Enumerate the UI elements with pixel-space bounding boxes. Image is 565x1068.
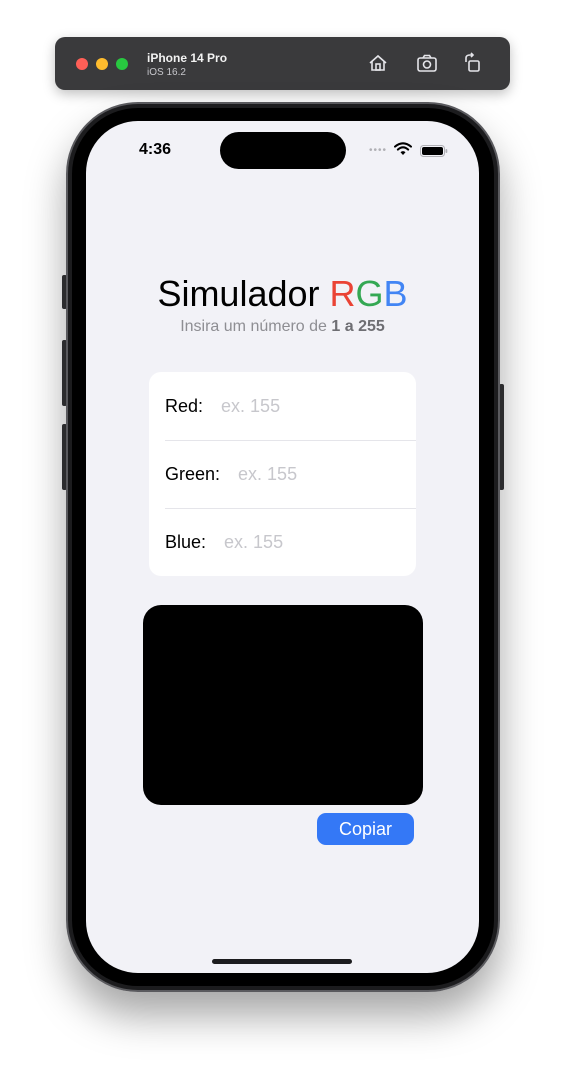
wifi-icon <box>394 142 412 156</box>
os-version: iOS 16.2 <box>147 67 186 78</box>
green-label: Green: <box>165 463 221 484</box>
blue-input[interactable] <box>224 531 375 553</box>
phone-screen: 4:36 •••• Simulador RGB Insira um número… <box>86 121 479 973</box>
title-letter-r: R <box>329 273 356 314</box>
title-letter-b: B <box>383 273 408 314</box>
signal-icon: •••• <box>369 145 388 156</box>
close-window-button[interactable] <box>76 58 88 70</box>
color-preview <box>143 605 423 805</box>
green-input[interactable] <box>238 463 389 485</box>
minimize-window-button[interactable] <box>96 58 108 70</box>
red-row: Red: <box>149 372 416 440</box>
subtitle-text: Insira um número de <box>180 318 332 335</box>
battery-icon <box>420 144 448 157</box>
title-letter-g: G <box>355 273 384 314</box>
device-name: iPhone 14 Pro <box>147 51 228 65</box>
page-subtitle: Insira um número de 1 a 255 <box>86 318 479 336</box>
copy-button[interactable]: Copiar <box>317 813 414 845</box>
home-indicator[interactable] <box>212 959 352 964</box>
page-title: Simulador RGB <box>86 273 479 315</box>
green-row: Green: <box>149 440 416 508</box>
dynamic-island <box>220 132 346 169</box>
subtitle-range: 1 a 255 <box>331 318 385 335</box>
rgb-input-card: Red: Green: Blue: <box>149 372 416 576</box>
rotate-icon[interactable] <box>462 52 484 74</box>
red-label: Red: <box>165 395 204 416</box>
status-time: 4:36 <box>139 141 172 158</box>
blue-row: Blue: <box>149 508 416 576</box>
screenshot-icon[interactable] <box>416 52 438 74</box>
home-icon[interactable] <box>367 52 389 74</box>
zoom-window-button[interactable] <box>116 58 128 70</box>
red-input[interactable] <box>221 395 372 417</box>
title-prefix: Simulador <box>157 273 330 314</box>
blue-label: Blue: <box>165 531 207 552</box>
